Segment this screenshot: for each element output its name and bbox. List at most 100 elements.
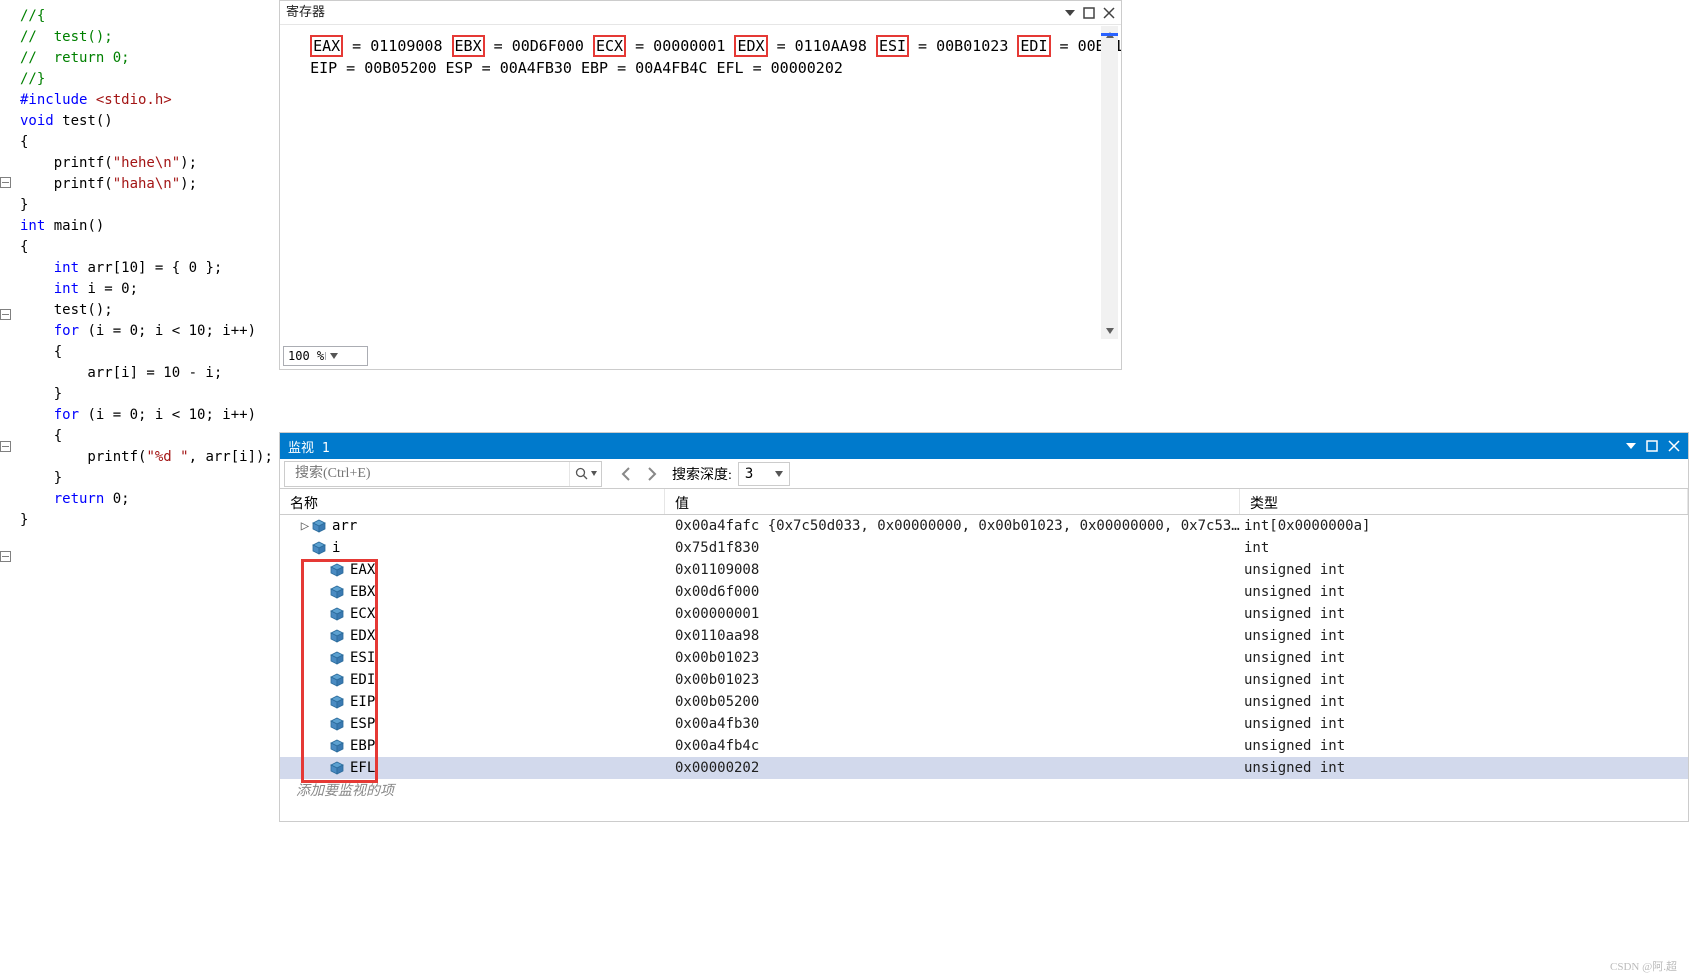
watch-name: ESP xyxy=(350,716,375,732)
watch-name: EDI xyxy=(350,672,375,688)
search-input[interactable] xyxy=(289,462,569,486)
dropdown-icon[interactable] xyxy=(1626,441,1636,451)
reg-ecx: ECX xyxy=(593,35,626,57)
reg-value: = 0110AA98 xyxy=(768,37,876,55)
search-depth-selector[interactable]: 3 xyxy=(738,462,790,486)
code-text: main() xyxy=(45,218,104,234)
reg-value: = 00B01023 xyxy=(909,37,1017,55)
watch-name: EBP xyxy=(350,738,375,754)
watch-row[interactable]: EDI0x00b01023unsigned int xyxy=(280,669,1688,691)
watch-title: 监视 1 xyxy=(288,437,330,456)
maximize-icon[interactable] xyxy=(1083,7,1095,19)
watch-row[interactable]: EFL 0x00000202unsigned int xyxy=(280,757,1688,779)
watch-name: ESI xyxy=(350,650,375,666)
watermark: CSDN @阿.超 xyxy=(1610,958,1677,974)
header-name[interactable]: 名称 xyxy=(280,489,665,514)
nav-forward-button[interactable] xyxy=(640,463,662,485)
fold-minus-icon[interactable] xyxy=(0,551,11,562)
watch-value: 0x01109008 xyxy=(665,562,1240,578)
zoom-selector[interactable]: 100 % xyxy=(283,346,368,366)
watch-row[interactable]: EAX0x01109008unsigned int xyxy=(280,559,1688,581)
code-text: test(); xyxy=(20,300,280,321)
maximize-icon[interactable] xyxy=(1646,440,1658,452)
code-text: { xyxy=(20,342,280,363)
scroll-down-icon[interactable] xyxy=(1101,322,1118,339)
vertical-scrollbar[interactable] xyxy=(1101,26,1118,339)
registers-content: EAX = 01109008 EBX = 00D6F000 ECX = 0000… xyxy=(280,25,1121,335)
watch-row[interactable]: EBX 0x00d6f000unsigned int xyxy=(280,581,1688,603)
watch-grid: 名称 值 类型 ▷arr0x00a4fafc {0x7c50d033, 0x00… xyxy=(280,489,1688,821)
close-icon[interactable] xyxy=(1103,7,1115,19)
watch-type: unsigned int xyxy=(1240,562,1688,578)
dropdown-icon[interactable] xyxy=(1065,8,1075,18)
code-text: arr[10] = { 0 }; xyxy=(79,260,222,276)
chevron-down-icon[interactable] xyxy=(325,352,367,360)
watch-value: 0x00b01023 xyxy=(665,672,1240,688)
registers-title: 寄存器 xyxy=(286,1,325,25)
code-text: { xyxy=(20,237,280,258)
watch-name: EBX xyxy=(350,584,375,600)
watch-row[interactable]: EDX0x0110aa98unsigned int xyxy=(280,625,1688,647)
variable-icon xyxy=(312,519,326,533)
watch-value: 0x75d1f830 xyxy=(665,540,1240,556)
code-text: } xyxy=(20,510,280,531)
variable-icon xyxy=(330,651,344,665)
code-text: for xyxy=(20,323,79,339)
variable-icon xyxy=(330,695,344,709)
code-text: (i = 0; i < 10; i++) xyxy=(79,407,256,423)
chevron-down-icon xyxy=(775,470,783,478)
grid-header: 名称 值 类型 xyxy=(280,489,1688,515)
watch-type: int[0x0000000a] xyxy=(1240,518,1688,534)
fold-minus-icon[interactable] xyxy=(0,177,11,188)
watch-row[interactable]: i0x75d1f830int xyxy=(280,537,1688,559)
code-text: int xyxy=(20,260,79,276)
code-text: void xyxy=(20,113,54,129)
code-text: return xyxy=(20,491,104,507)
code-text: 0; xyxy=(104,491,129,507)
fold-minus-icon[interactable] xyxy=(0,309,11,320)
code-text: arr[i] = 10 - i; xyxy=(20,363,280,384)
reg-line2: EIP = 00B05200 ESP = 00A4FB30 EBP = 00A4… xyxy=(310,59,843,77)
watch-value: 0x00000001 xyxy=(665,606,1240,622)
close-icon[interactable] xyxy=(1668,440,1680,452)
watch-value: 0x00a4fb4c xyxy=(665,738,1240,754)
code-text: for xyxy=(20,407,79,423)
watch-value: 0x00000202 xyxy=(665,760,1240,776)
search-button[interactable] xyxy=(569,462,601,486)
watch-name: EFL xyxy=(350,760,375,776)
reg-ebx: EBX xyxy=(452,35,485,57)
watch-row[interactable]: ESI0x00b01023unsigned int xyxy=(280,647,1688,669)
reg-esi: ESI xyxy=(876,35,909,57)
code-text: int xyxy=(20,218,45,234)
watch-value: 0x00a4fafc {0x7c50d033, 0x00000000, 0x00… xyxy=(665,518,1240,534)
code-text: { xyxy=(20,426,280,447)
watch-row[interactable]: ESP0x00a4fb30unsigned int xyxy=(280,713,1688,735)
nav-back-button[interactable] xyxy=(616,463,638,485)
variable-icon xyxy=(312,541,326,555)
code-editor[interactable]: //{ // test(); // return 0; //} #include… xyxy=(0,0,280,978)
watch-type: unsigned int xyxy=(1240,628,1688,644)
variable-icon xyxy=(330,629,344,643)
code-text: } xyxy=(20,195,280,216)
registers-panel: 寄存器 EAX = 01109008 EBX = 00D6F000 ECX = … xyxy=(279,0,1122,370)
expand-arrow-icon[interactable]: ▷ xyxy=(298,518,312,534)
chevron-down-icon xyxy=(591,471,597,477)
add-watch-placeholder[interactable]: 添加要监视的项 xyxy=(280,779,1688,801)
watch-value: 0x00b05200 xyxy=(665,694,1240,710)
watch-row[interactable]: ▷arr0x00a4fafc {0x7c50d033, 0x00000000, … xyxy=(280,515,1688,537)
code-text: (i = 0; i < 10; i++) xyxy=(79,323,256,339)
watch-value: 0x00d6f000 xyxy=(665,584,1240,600)
code-text: printf( xyxy=(20,176,113,192)
watch-name: EDX xyxy=(350,628,375,644)
watch-type: unsigned int xyxy=(1240,584,1688,600)
watch-row[interactable]: EBP0x00a4fb4cunsigned int xyxy=(280,735,1688,757)
header-type[interactable]: 类型 xyxy=(1240,489,1688,514)
fold-minus-icon[interactable] xyxy=(0,441,11,452)
watch-type: unsigned int xyxy=(1240,760,1688,776)
header-value[interactable]: 值 xyxy=(665,489,1240,514)
code-text: // return 0; xyxy=(20,50,130,66)
watch-type: unsigned int xyxy=(1240,716,1688,732)
watch-value: 0x00b01023 xyxy=(665,650,1240,666)
watch-row[interactable]: EIP0x00b05200unsigned int xyxy=(280,691,1688,713)
watch-row[interactable]: ECX0x00000001unsigned int xyxy=(280,603,1688,625)
